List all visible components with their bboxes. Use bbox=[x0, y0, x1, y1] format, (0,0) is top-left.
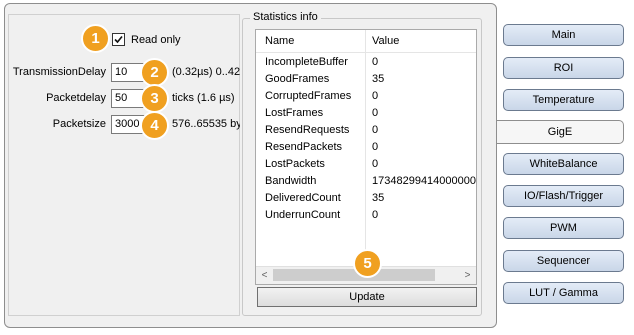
callout-badge-2: 2 bbox=[140, 58, 169, 87]
statistics-list[interactable]: Name Value IncompleteBuffer 0 GoodFrames… bbox=[255, 29, 477, 285]
column-separator bbox=[365, 30, 366, 260]
row-name: DeliveredCount bbox=[265, 192, 341, 204]
packet-delay-label: Packetdelay bbox=[46, 92, 106, 104]
row-name: LostFrames bbox=[265, 107, 324, 119]
transmission-delay-label: TransmissionDelay bbox=[12, 66, 106, 78]
packet-size-label: Packetsize bbox=[52, 118, 106, 130]
row-name: LostPackets bbox=[265, 158, 325, 170]
transmission-delay-info: (0.32µs) 0..42 bbox=[172, 66, 241, 78]
packet-delay-info: ticks (1.6 µs) bbox=[172, 92, 235, 104]
row-name: ResendRequests bbox=[265, 124, 350, 136]
header-name[interactable]: Name bbox=[265, 33, 294, 50]
row-value: 0 bbox=[372, 158, 379, 170]
row-name: Bandwidth bbox=[265, 175, 317, 187]
sidebar-item-temperature[interactable]: Temperature bbox=[503, 89, 624, 111]
sidebar-item-roi[interactable]: ROI bbox=[503, 57, 624, 79]
sidebar-item-gige[interactable]: GigE bbox=[497, 120, 624, 144]
statistics-title: Statistics info bbox=[250, 11, 321, 23]
sidebar-item-whitebalance[interactable]: WhiteBalance bbox=[503, 153, 624, 175]
row-value: 0 bbox=[372, 141, 379, 153]
packet-size-info: 576..65535 by bbox=[172, 118, 240, 130]
sidebar-item-pwm[interactable]: PWM bbox=[503, 217, 624, 239]
update-button[interactable]: Update bbox=[257, 287, 477, 307]
read-only-label: Read only bbox=[131, 34, 181, 46]
callout-badge-4: 4 bbox=[140, 111, 169, 140]
callout-badge-5: 5 bbox=[353, 249, 382, 278]
row-name: ResendPackets bbox=[265, 141, 343, 153]
sidebar-item-lut-gamma[interactable]: LUT / Gamma bbox=[503, 282, 624, 304]
row-value: 35 bbox=[372, 192, 385, 204]
settings-frame bbox=[8, 14, 240, 316]
row-name: UnderrunCount bbox=[265, 209, 341, 221]
row-value: 0 bbox=[372, 209, 379, 221]
scroll-left-arrow[interactable]: < bbox=[256, 267, 273, 284]
row-value: 0 bbox=[372, 56, 379, 68]
row-value: 0 bbox=[372, 90, 379, 102]
row-value: 17348299414000000 bbox=[372, 175, 477, 187]
sidebar-item-main[interactable]: Main bbox=[503, 24, 624, 46]
scroll-right-arrow[interactable]: > bbox=[459, 267, 476, 284]
callout-badge-1: 1 bbox=[81, 24, 110, 53]
read-only-checkbox[interactable] bbox=[112, 33, 125, 46]
sidebar-item-io-flash-trigger[interactable]: IO/Flash/Trigger bbox=[503, 185, 624, 207]
sidebar-item-sequencer[interactable]: Sequencer bbox=[503, 250, 624, 272]
row-name: IncompleteBuffer bbox=[265, 56, 348, 68]
row-name: GoodFrames bbox=[265, 73, 330, 85]
check-icon bbox=[114, 35, 123, 44]
row-name: CorruptedFrames bbox=[265, 90, 352, 102]
callout-badge-3: 3 bbox=[140, 84, 169, 113]
row-value: 35 bbox=[372, 73, 385, 85]
row-value: 0 bbox=[372, 107, 379, 119]
row-value: 0 bbox=[372, 124, 379, 136]
header-value[interactable]: Value bbox=[372, 33, 399, 50]
